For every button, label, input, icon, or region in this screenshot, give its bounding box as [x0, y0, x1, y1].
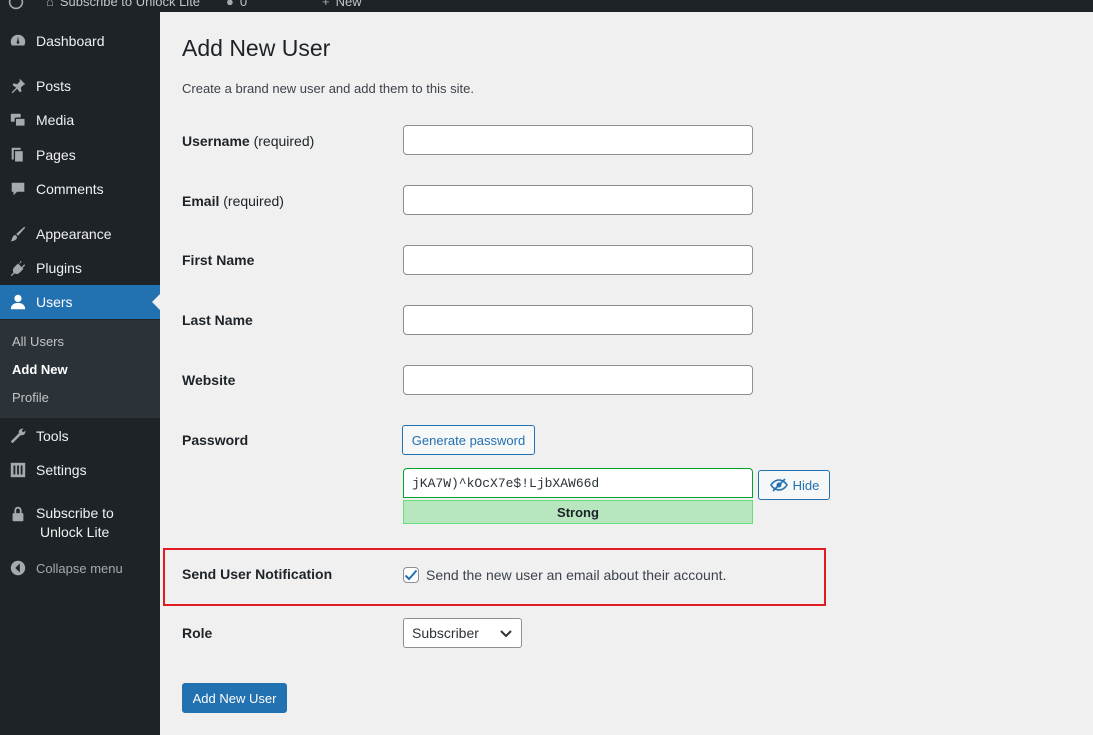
sidebar-item-plugins[interactable]: Plugins	[0, 251, 160, 285]
sidebar-item-label: Tools	[36, 427, 69, 444]
sidebar-item-label: Dashboard	[36, 32, 105, 49]
sidebar-item-pages[interactable]: Pages	[0, 138, 160, 172]
submenu-item-profile[interactable]: Profile	[12, 390, 49, 405]
password-label: Password	[182, 432, 249, 448]
comment-bubble-icon: ●	[226, 0, 234, 9]
email-input[interactable]	[403, 185, 753, 215]
wordpress-logo-icon[interactable]	[8, 0, 24, 12]
sidebar-item-posts[interactable]: Posts	[0, 69, 160, 103]
email-label: Email (required)	[182, 193, 284, 209]
home-icon: ⌂	[46, 0, 54, 9]
role-select-value: Subscriber	[412, 625, 479, 641]
user-icon	[0, 293, 36, 311]
checkmark-icon	[404, 569, 418, 581]
website-input[interactable]	[403, 365, 753, 395]
sidebar-item-label: Subscribe to Unlock Lite	[36, 505, 114, 540]
dashboard-icon	[0, 32, 36, 50]
first-name-input[interactable]	[403, 245, 753, 275]
sidebar-item-users[interactable]: Users	[0, 285, 160, 319]
last-name-label: Last Name	[182, 312, 253, 328]
admin-sidebar: Dashboard Posts Media Pages Comments App…	[0, 12, 160, 735]
sidebar-item-label: Users	[36, 293, 73, 310]
admin-bar: ⌂ Subscribe to Unlock Lite ● 0 + New	[0, 0, 1093, 12]
sidebar-item-media[interactable]: Media	[0, 103, 160, 137]
first-name-label: First Name	[182, 252, 255, 268]
send-notification-checkbox[interactable]	[403, 567, 419, 583]
sidebar-item-label: Media	[36, 111, 75, 128]
page-description: Create a brand new user and add them to …	[182, 81, 474, 96]
lock-icon	[0, 504, 36, 523]
admin-bar-site-name[interactable]: ⌂ Subscribe to Unlock Lite	[46, 0, 200, 9]
page-title: Add New User	[182, 35, 331, 61]
comment-icon	[0, 180, 36, 198]
send-notification-text: Send the new user an email about their a…	[426, 567, 727, 583]
admin-bar-comments[interactable]: ● 0	[226, 0, 247, 9]
role-select[interactable]: Subscriber	[403, 618, 522, 648]
eye-slash-icon	[769, 477, 789, 493]
website-label: Website	[182, 372, 236, 388]
username-label: Username (required)	[182, 133, 315, 149]
pin-icon	[0, 77, 36, 95]
generate-password-button[interactable]: Generate password	[402, 425, 535, 455]
submenu-item-add-new[interactable]: Add New	[12, 362, 68, 377]
sidebar-item-label: Appearance	[36, 225, 112, 242]
sidebar-item-subscribe-to-unlock[interactable]: Subscribe to Unlock Lite	[0, 504, 160, 548]
brush-icon	[0, 225, 36, 243]
plug-icon	[0, 259, 36, 277]
sidebar-item-comments[interactable]: Comments	[0, 172, 160, 206]
username-input[interactable]	[403, 125, 753, 155]
collapse-menu-label: Collapse menu	[36, 560, 123, 576]
sidebar-item-dashboard[interactable]: Dashboard	[0, 24, 160, 58]
sidebar-item-label: Plugins	[36, 259, 82, 276]
media-icon	[0, 111, 36, 129]
main-content: Add New User Create a brand new user and…	[160, 12, 1093, 735]
sidebar-item-label: Posts	[36, 77, 72, 94]
sidebar-item-label: Comments	[36, 180, 104, 197]
sidebar-item-label: Settings	[36, 461, 87, 478]
hide-password-button[interactable]: Hide	[758, 470, 830, 500]
sidebar-item-label: Pages	[36, 146, 76, 163]
collapse-menu-button[interactable]: Collapse menu	[0, 551, 160, 585]
password-strength-meter: Strong	[403, 500, 753, 524]
password-input[interactable]	[403, 468, 753, 498]
submenu-item-all-users[interactable]: All Users	[12, 334, 64, 349]
plus-icon: +	[322, 0, 330, 9]
last-name-input[interactable]	[403, 305, 753, 335]
admin-bar-new[interactable]: + New	[322, 0, 362, 9]
send-notification-label: Send User Notification	[182, 566, 333, 582]
collapse-arrow-icon	[0, 559, 36, 577]
chevron-down-icon	[499, 626, 513, 643]
sidebar-item-tools[interactable]: Tools	[0, 419, 160, 453]
add-new-user-button[interactable]: Add New User	[182, 683, 287, 713]
sidebar-item-appearance[interactable]: Appearance	[0, 217, 160, 251]
pages-icon	[0, 146, 36, 164]
sliders-icon	[0, 461, 36, 479]
role-label: Role	[182, 625, 213, 641]
sidebar-item-settings[interactable]: Settings	[0, 453, 160, 487]
users-submenu: All Users Add New Profile	[0, 320, 160, 418]
wrench-icon	[0, 427, 36, 445]
